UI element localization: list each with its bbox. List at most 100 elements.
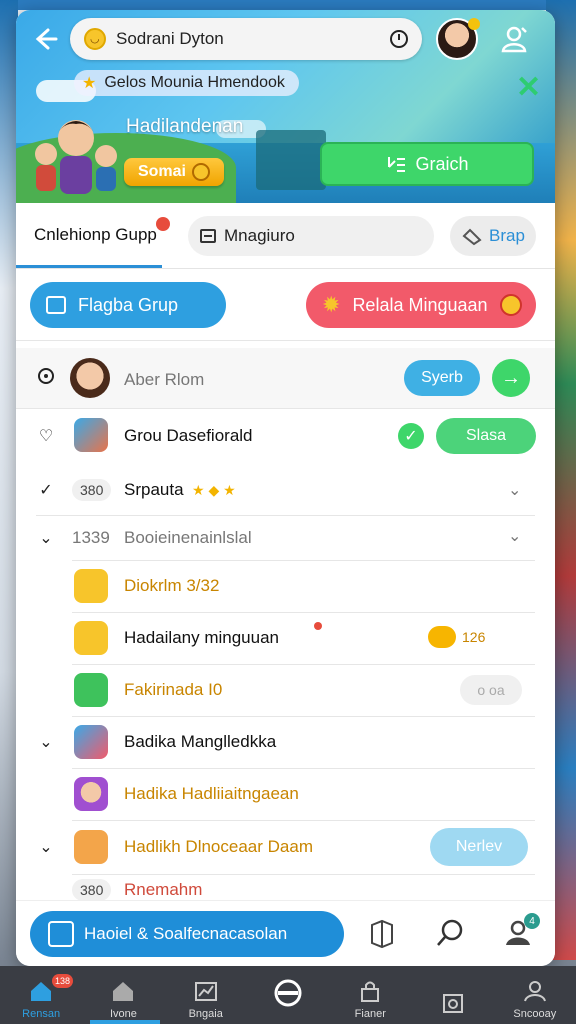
count-chip: 380: [72, 879, 112, 901]
status-dot: [468, 18, 480, 30]
chevron-down-icon[interactable]: ⌄: [36, 528, 56, 548]
list-item[interactable]: ♡ Grou Dasefiorald ✓ Slasa: [16, 410, 555, 462]
grab-label: Graich: [415, 153, 469, 174]
radio-icon[interactable]: [36, 367, 56, 390]
check-icon: ✓: [398, 423, 424, 449]
nav-item-fianer[interactable]: Fianer: [329, 966, 411, 1024]
background-topbar: [0, 0, 576, 10]
primary-action-button[interactable]: Haoiel & Soalfecnacasolan: [30, 911, 344, 957]
soma-button[interactable]: Somai: [124, 158, 224, 186]
emoji-icon: [192, 163, 210, 181]
profile-icon: [523, 981, 546, 1002]
tab-active-label: Cnlehionp Gupp: [34, 225, 157, 244]
chevron-down-icon[interactable]: ✓: [36, 480, 56, 500]
photo-icon: [442, 994, 463, 1013]
lock-icon: [361, 981, 380, 1002]
nav-label: Ivone: [109, 1008, 137, 1020]
list-item[interactable]: Aber Rlom Syerb →: [16, 348, 555, 408]
list-item[interactable]: ⌄ 1339 Booieinenainlslal ⌄: [16, 516, 555, 560]
chevron-down-icon[interactable]: ⌄: [508, 526, 521, 546]
hero-house: [256, 130, 326, 190]
flag-group-button[interactable]: Flagba Grup: [30, 282, 226, 328]
kids-illustration: [35, 120, 117, 194]
chevron-down-icon[interactable]: ⌄: [36, 837, 56, 857]
hero-banner: Sodrani Dyton ★ Gelos Mounia Hmendook ✕: [16, 10, 555, 203]
face-icon: [428, 626, 456, 648]
user-badge: 4: [524, 913, 540, 929]
nav-badge: 138: [52, 974, 74, 988]
nerlev-button[interactable]: Nerlev: [430, 828, 528, 866]
action-bar: Haoiel & Soalfecnacasolan 4: [16, 900, 555, 966]
nav-label: Sncooay: [513, 1008, 557, 1020]
list-item[interactable]: Hadika Hadliiaitngaean: [16, 768, 555, 820]
row-label: Hadlikh Dlnoceaar Daam: [124, 837, 313, 856]
reaction-badge: 126: [428, 626, 485, 648]
circle-icon: [274, 979, 302, 1007]
grab-button[interactable]: Graich: [320, 142, 534, 186]
nav-active-indicator: [90, 1020, 160, 1024]
relala-button[interactable]: ✹ Relala Minguaan: [306, 282, 536, 328]
slasa-button[interactable]: Slasa: [436, 418, 536, 454]
search-icon[interactable]: [434, 917, 466, 949]
list-item[interactable]: Hadailany minguuan 126: [16, 612, 555, 664]
list-item[interactable]: Diokrlm 3/32: [16, 560, 555, 612]
list-item[interactable]: ⌄ Hadlikh Dlnoceaar Daam Nerlev: [16, 820, 555, 874]
toggle-chip[interactable]: o oa: [460, 675, 522, 705]
nav-label: Bngaia: [188, 1008, 223, 1020]
hero-ribbon: ★ Gelos Mounia Hmendook: [74, 70, 299, 96]
nav-item-ivone[interactable]: Ivone: [82, 966, 164, 1024]
face-app-icon: [74, 830, 108, 864]
user-add-icon[interactable]: [500, 24, 530, 54]
flag-group-label: Flagba Grup: [78, 294, 179, 315]
document-app-icon: [74, 569, 108, 603]
star-icon: ★: [82, 75, 97, 92]
list-item[interactable]: ✓ 380 Srpauta ★ ◆ ★ ⌄: [16, 466, 555, 514]
burst-icon: ✹: [322, 292, 341, 317]
house-icon: [113, 982, 134, 1001]
notification-dot: [314, 622, 322, 630]
back-arrow-icon: [35, 28, 58, 50]
list-item[interactable]: Fakirinada I0 o oa: [16, 664, 555, 716]
search-bar[interactable]: Sodrani Dyton: [70, 18, 422, 60]
chevron-down-icon[interactable]: ⌄: [508, 480, 521, 500]
home-icon: [31, 982, 52, 1001]
tabs-row: Cnlehionp Gupp Mnagiuro Brap: [16, 203, 555, 269]
row-label: Rnemahm: [124, 880, 203, 899]
flag-app-icon: [74, 673, 108, 707]
divider: [16, 408, 555, 409]
minus-square-icon: [200, 229, 216, 243]
arrow-right-icon[interactable]: →: [492, 359, 530, 397]
book-icon[interactable]: [366, 917, 398, 949]
gift-app-icon: [74, 621, 108, 655]
close-icon[interactable]: ✕: [516, 70, 541, 105]
brap-button[interactable]: Brap: [450, 216, 536, 256]
nav-item-bngaia[interactable]: Bngaia: [165, 966, 247, 1024]
count-chip: 380: [72, 479, 112, 501]
back-button[interactable]: [30, 26, 60, 56]
tab-underline: [16, 265, 162, 268]
divider: [16, 340, 555, 341]
nav-item-photos[interactable]: [411, 966, 493, 1024]
row-label: Hadailany minguuan: [124, 628, 279, 647]
count-label: 1339: [72, 528, 110, 547]
nav-item-center[interactable]: [247, 966, 329, 1024]
modal-card: Sodrani Dyton ★ Gelos Mounia Hmendook ✕: [16, 10, 555, 966]
row-label: Diokrlm 3/32: [124, 576, 220, 595]
angry-face-icon: [499, 294, 522, 316]
tab-pill-label: Mnagiuro: [224, 226, 295, 245]
syerb-button[interactable]: Syerb: [404, 360, 480, 396]
clock-icon[interactable]: [390, 30, 408, 48]
tab-filter-pill[interactable]: Mnagiuro: [188, 216, 434, 256]
primary-action-label: Haoiel & Soalfecnacasolan: [84, 924, 288, 943]
bottom-nav: Rensan 138 Ivone Bngaia Fianer Sncooay: [0, 966, 576, 1024]
nav-item-rensan[interactable]: Rensan 138: [0, 966, 82, 1024]
tab-active[interactable]: Cnlehionp Gupp: [16, 203, 162, 267]
row-label: Hadika Hadliiaitngaean: [124, 784, 299, 803]
chevron-down-icon[interactable]: ⌄: [36, 732, 56, 752]
row-label: Grou Dasefiorald: [124, 426, 253, 445]
list-item[interactable]: ⌄ Badika Manglledkka: [16, 716, 555, 768]
heart-icon[interactable]: ♡: [36, 426, 56, 446]
soma-label: Somai: [137, 163, 186, 180]
nav-item-sncooay[interactable]: Sncooay: [494, 966, 576, 1024]
relala-label: Relala Minguaan: [352, 294, 488, 315]
